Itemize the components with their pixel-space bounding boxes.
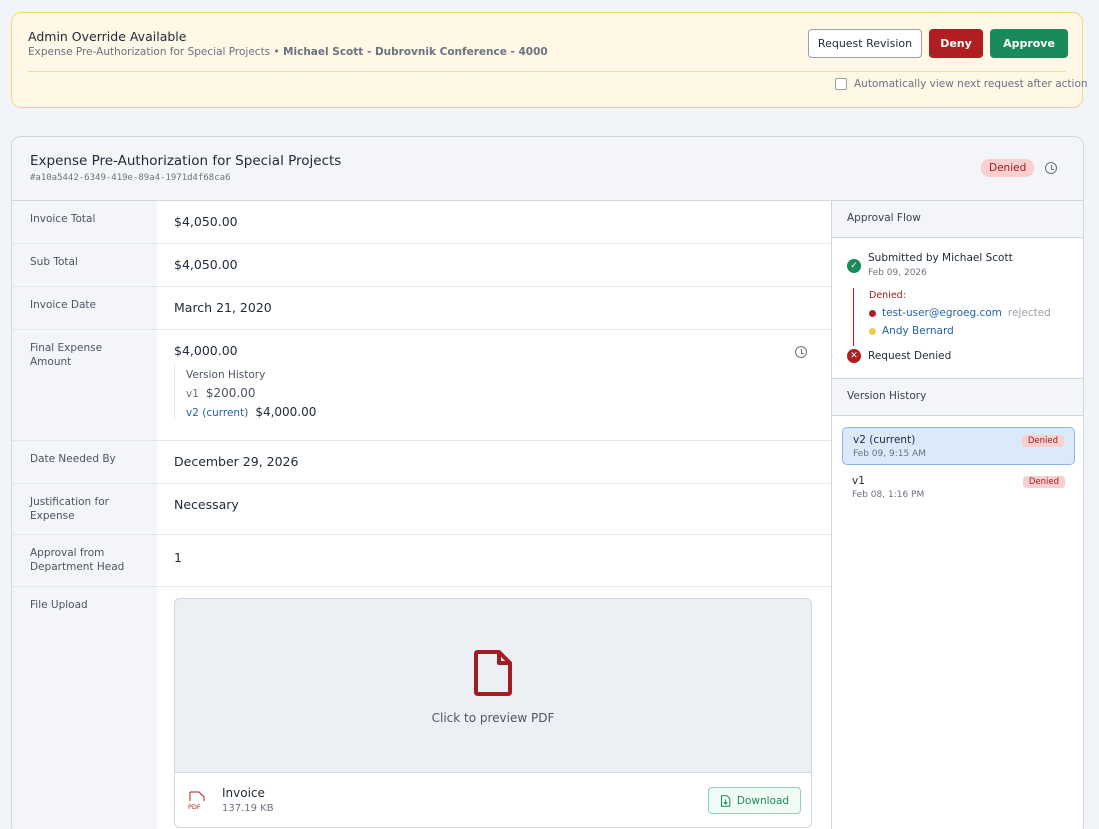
- field-row-sub-total: Sub Total $4,050.00: [12, 244, 831, 287]
- flow-submitted-date: Feb 09, 2026: [868, 268, 927, 278]
- field-row-justification: Justification for Expense Necessary: [12, 484, 831, 535]
- flow-connector: [853, 288, 854, 346]
- field-row-invoice-total: Invoice Total $4,050.00: [12, 201, 831, 244]
- version-date: Feb 08, 1:16 PM: [852, 490, 925, 500]
- field-value: $4,050.00: [174, 214, 238, 229]
- download-label: Download: [736, 794, 790, 807]
- pdf-file-icon: PDF: [188, 791, 205, 811]
- override-title: Admin Override Available: [28, 29, 187, 44]
- version-entry: v1 $200.00: [186, 386, 316, 400]
- auto-next-label: Automatically view next request after ac…: [854, 78, 1088, 90]
- pdf-file-type: PDF: [188, 803, 201, 811]
- field-value: Necessary: [174, 497, 239, 512]
- approval-flow: ✓ Submitted by Michael Scott Feb 09, 202…: [832, 238, 1083, 379]
- field-value: $4,050.00: [174, 257, 238, 272]
- field-label: Sub Total: [12, 244, 157, 286]
- override-separator: •: [273, 46, 280, 58]
- pdf-preview-hint: Click to preview PDF: [431, 711, 555, 725]
- field-row-final-expense: Final Expense Amount $4,000.00 Version H…: [12, 330, 831, 441]
- field-row-file-upload: File Upload Click to preview PDF PDF Inv…: [12, 587, 831, 829]
- document-icon: [474, 650, 512, 696]
- field-value: 1: [174, 550, 182, 565]
- version-name: v2 (current): [853, 434, 916, 446]
- request-title: Expense Pre-Authorization for Special Pr…: [30, 153, 342, 169]
- field-label: Invoice Total: [12, 201, 157, 243]
- status-badge: Denied: [981, 159, 1035, 177]
- field-row-dept-approval: Approval from Department Head 1: [12, 535, 831, 587]
- field-list: Invoice Total $4,050.00 Sub Total $4,050…: [12, 201, 831, 829]
- request-revision-button[interactable]: Request Revision: [808, 29, 922, 58]
- request-card: Expense Pre-Authorization for Special Pr…: [11, 136, 1084, 829]
- flow-final-status: Request Denied: [868, 350, 952, 362]
- version-entry: v2 (current) $4,000.00: [186, 405, 316, 419]
- history-clock-icon[interactable]: [1045, 162, 1057, 174]
- status-dot-icon: [869, 309, 876, 317]
- version-history-heading: Version History: [832, 379, 1083, 416]
- field-value: March 21, 2020: [174, 300, 272, 315]
- field-label: File Upload: [12, 587, 157, 829]
- version-name: v1: [852, 475, 865, 487]
- request-id: #a10a5442-6349-419e-89a4-1971d4f68ca6: [30, 173, 231, 183]
- flow-denied-label: Denied:: [869, 290, 906, 301]
- override-request-name: Michael Scott - Dubrovnik Conference - 4…: [283, 46, 548, 58]
- auto-next-checkbox[interactable]: [835, 78, 847, 90]
- field-row-invoice-date: Invoice Date March 21, 2020: [12, 287, 831, 330]
- file-name: Invoice: [222, 786, 265, 800]
- pdf-preview[interactable]: Click to preview PDF PDF Invoice 137.19 …: [174, 598, 812, 828]
- version-tag: v2 (current): [186, 407, 249, 419]
- x-circle-icon: ✕: [847, 349, 861, 363]
- version-amount: $200.00: [205, 386, 256, 400]
- approver-link[interactable]: Andy Bernard: [882, 325, 954, 337]
- flow-approver: test-user@egroeg.com rejected: [869, 307, 1051, 319]
- field-row-date-needed: Date Needed By December 29, 2026: [12, 441, 831, 484]
- approval-flow-title: Approval Flow: [832, 201, 1083, 238]
- version-status-badge: Denied: [1021, 435, 1064, 447]
- download-icon: [720, 794, 731, 807]
- field-label: Final Expense Amount: [12, 330, 157, 440]
- version-tag: v1: [186, 388, 199, 400]
- request-header: Expense Pre-Authorization for Special Pr…: [12, 137, 1083, 201]
- version-item-v2[interactable]: v2 (current) Feb 09, 9:15 AM Denied: [842, 427, 1075, 465]
- admin-override-banner: Admin Override Available Expense Pre-Aut…: [11, 12, 1088, 108]
- version-date: Feb 09, 9:15 AM: [853, 449, 926, 459]
- side-panel: Approval Flow ✓ Submitted by Michael Sco…: [831, 201, 1083, 829]
- field-label: Justification for Expense: [12, 484, 157, 534]
- version-amount: $4,000.00: [255, 405, 317, 419]
- approve-button[interactable]: Approve: [990, 29, 1068, 58]
- field-history-clock-icon[interactable]: [795, 346, 807, 358]
- field-label: Date Needed By: [12, 441, 157, 483]
- status-dot-icon: [869, 327, 876, 335]
- field-value: $4,000.00: [174, 343, 238, 358]
- version-item-v1[interactable]: v1 Feb 08, 1:16 PM Denied: [842, 469, 1075, 507]
- banner-divider: [28, 71, 1066, 72]
- deny-button[interactable]: Deny: [929, 29, 983, 58]
- auto-next-option[interactable]: Automatically view next request after ac…: [835, 78, 1088, 90]
- field-label: Invoice Date: [12, 287, 157, 329]
- field-version-history: Version History v1 $200.00 v2 (current) …: [174, 364, 316, 419]
- flow-submitted: Submitted by Michael Scott: [868, 252, 1013, 264]
- version-status-badge: Denied: [1022, 476, 1065, 488]
- override-subtitle: Expense Pre-Authorization for Special Pr…: [28, 46, 548, 58]
- version-history-title: Version History: [186, 369, 266, 381]
- field-label: Approval from Department Head: [12, 535, 157, 586]
- file-size: 137.19 KB: [222, 803, 274, 814]
- download-button[interactable]: Download: [708, 787, 801, 814]
- override-form-name: Expense Pre-Authorization for Special Pr…: [28, 46, 271, 58]
- flow-approver: Andy Bernard: [869, 325, 954, 337]
- approver-action: rejected: [1007, 307, 1051, 319]
- check-circle-icon: ✓: [847, 259, 861, 273]
- file-attachment: PDF Invoice 137.19 KB Download: [175, 772, 811, 827]
- field-value: December 29, 2026: [174, 454, 299, 469]
- approver-link[interactable]: test-user@egroeg.com: [882, 307, 1002, 319]
